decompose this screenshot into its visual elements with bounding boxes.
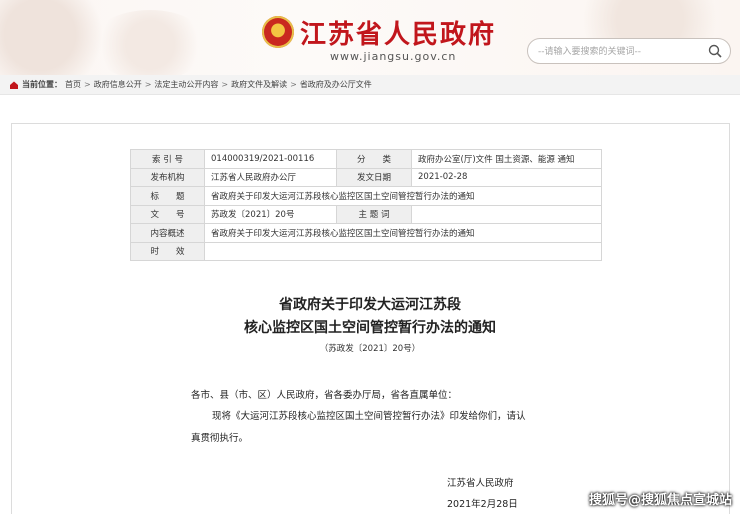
meta-key: 标 题 (130, 186, 205, 206)
document-title-line-2: 核心监控区国土空间管控暂行办法的通知 (244, 320, 496, 336)
search-input[interactable] (538, 43, 698, 60)
document-date: 2021年2月28日 (447, 499, 518, 510)
document-body-line-1: 现将《大运河江苏段核心监控区国土空间管控暂行办法》印发给你们，请认 (212, 411, 526, 422)
meta-value: 014000319/2021-00116 (204, 149, 337, 169)
breadcrumb-bar: 当前位置： 首页 > 政府信息公开 > 法定主动公开内容 > 政府文件及解读 >… (0, 75, 740, 95)
meta-value: 政府办公室(厅)文件 国土资源、能源 通知 (411, 149, 602, 169)
meta-row: 索 引 号 014000319/2021-00116 分 类 政府办公室(厅)文… (130, 149, 602, 169)
national-emblem-icon (262, 16, 294, 48)
site-logo[interactable]: 江苏省人民政府 www.jiangsu.gov.cn (262, 14, 502, 68)
meta-row: 标 题 省政府关于印发大运河江苏段核心监控区国土空间管控暂行办法的通知 (130, 186, 602, 206)
meta-value: 苏政发〔2021〕20号 (204, 204, 337, 224)
meta-value: 江苏省人民政府办公厅 (204, 167, 337, 187)
document-number: （苏政发〔2021〕20号） (319, 344, 421, 354)
breadcrumb-item-current[interactable]: 省政府及办公厅文件 (300, 79, 372, 90)
meta-key: 发布机构 (130, 167, 205, 187)
breadcrumb-item-docs[interactable]: 政府文件及解读 (231, 79, 287, 90)
search-icon[interactable] (708, 44, 722, 58)
watermark: 搜狐号@搜狐焦点宣城站 (588, 493, 732, 508)
breadcrumb-label: 当前位置： (22, 80, 62, 89)
meta-key: 分 类 (336, 149, 412, 169)
breadcrumb: 当前位置： 首页 > 政府信息公开 > 法定主动公开内容 > 政府文件及解读 >… (9, 79, 372, 90)
meta-value: 省政府关于印发大运河江苏段核心监控区国土空间管控暂行办法的通知 (204, 186, 602, 206)
meta-key: 索 引 号 (130, 149, 205, 169)
meta-value (411, 204, 602, 224)
site-title: 江苏省人民政府 (300, 20, 497, 50)
home-icon (10, 81, 18, 89)
meta-row: 发布机构 江苏省人民政府办公厅 发文日期 2021-02-28 (130, 167, 602, 187)
breadcrumb-item-legal[interactable]: 法定主动公开内容 (154, 79, 218, 90)
meta-value: 2021-02-28 (411, 167, 602, 187)
breadcrumb-item-home[interactable]: 首页 (65, 79, 81, 90)
meta-row: 内容概述 省政府关于印发大运河江苏段核心监控区国土空间管控暂行办法的通知 (130, 223, 602, 243)
document-title-line-1: 省政府关于印发大运河江苏段 (279, 297, 461, 313)
meta-key: 主 题 词 (336, 204, 412, 224)
meta-key: 内容概述 (130, 223, 205, 243)
site-header: 江苏省人民政府 www.jiangsu.gov.cn (0, 0, 740, 75)
meta-value (204, 241, 602, 261)
search-box (527, 38, 731, 64)
meta-key: 发文日期 (336, 167, 412, 187)
document-signature: 江苏省人民政府 (447, 478, 514, 489)
meta-row: 时 效 (130, 241, 602, 261)
document-salutation: 各市、县（市、区）人民政府，省各委办厅局，省各直属单位： (191, 390, 458, 401)
meta-key: 时 效 (130, 241, 205, 261)
meta-key: 文 号 (130, 204, 205, 224)
breadcrumb-item-info[interactable]: 政府信息公开 (94, 79, 142, 90)
meta-value: 省政府关于印发大运河江苏段核心监控区国土空间管控暂行办法的通知 (204, 223, 602, 243)
document-body-line-2: 真贯彻执行。 (191, 433, 249, 444)
site-url: www.jiangsu.gov.cn (330, 50, 457, 63)
meta-row: 文 号 苏政发〔2021〕20号 主 题 词 (130, 204, 602, 224)
document-meta-table: 索 引 号 014000319/2021-00116 分 类 政府办公室(厅)文… (130, 149, 602, 261)
page: 江苏省人民政府 www.jiangsu.gov.cn 当前位置： 首页 > 政府… (0, 0, 740, 514)
